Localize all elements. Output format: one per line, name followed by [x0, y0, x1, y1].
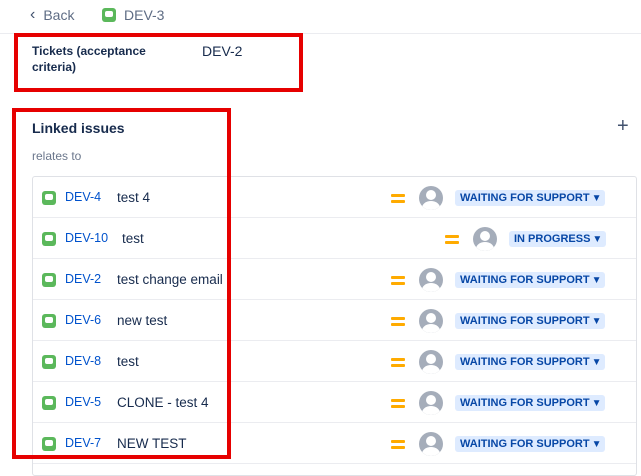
medium-priority-icon [391, 398, 405, 408]
issue-key: DEV-3 [124, 7, 165, 23]
issue-meta: WAITING FOR SUPPORT ▼ [391, 390, 606, 415]
medium-priority-icon [391, 193, 405, 203]
chevron-left-icon: ‹ [30, 6, 36, 23]
chevron-down-icon: ▼ [591, 274, 602, 286]
status-label: WAITING FOR SUPPORT [460, 396, 590, 409]
plus-icon[interactable]: + [617, 114, 629, 138]
avatar[interactable] [473, 226, 497, 251]
chevron-down-icon: ▼ [592, 233, 603, 245]
chevron-down-icon: ▼ [591, 438, 602, 450]
back-label: Back [43, 7, 75, 23]
status-badge[interactable]: WAITING FOR SUPPORT ▼ [455, 189, 606, 206]
medium-priority-icon [391, 357, 405, 367]
avatar[interactable] [419, 185, 443, 210]
status-badge[interactable]: IN PROGRESS ▼ [509, 230, 607, 247]
status-label: IN PROGRESS [514, 232, 591, 245]
avatar[interactable] [419, 390, 443, 415]
status-label: WAITING FOR SUPPORT [460, 273, 590, 286]
status-badge[interactable]: WAITING FOR SUPPORT ▼ [455, 353, 606, 370]
status-label: WAITING FOR SUPPORT [460, 355, 590, 368]
status-badge[interactable]: WAITING FOR SUPPORT ▼ [455, 394, 606, 411]
highlight-box-linked-issues [12, 108, 231, 459]
chevron-down-icon: ▼ [591, 192, 602, 204]
medium-priority-icon [445, 234, 459, 244]
highlight-box-field [14, 33, 303, 92]
status-badge[interactable]: WAITING FOR SUPPORT ▼ [455, 435, 606, 452]
medium-priority-icon [391, 439, 405, 449]
chevron-down-icon: ▼ [591, 397, 602, 409]
chevron-down-icon: ▼ [591, 315, 602, 327]
issue-meta: IN PROGRESS ▼ [445, 226, 607, 251]
chevron-down-icon: ▼ [591, 356, 602, 368]
issue-meta: WAITING FOR SUPPORT ▼ [391, 431, 606, 456]
issue-meta: WAITING FOR SUPPORT ▼ [391, 349, 606, 374]
status-label: WAITING FOR SUPPORT [460, 437, 590, 450]
status-badge[interactable]: WAITING FOR SUPPORT ▼ [455, 312, 606, 329]
status-badge[interactable]: WAITING FOR SUPPORT ▼ [455, 271, 606, 288]
status-label: WAITING FOR SUPPORT [460, 191, 590, 204]
avatar[interactable] [419, 431, 443, 456]
issue-meta: WAITING FOR SUPPORT ▼ [391, 185, 606, 210]
story-icon [102, 8, 116, 22]
avatar[interactable] [419, 267, 443, 292]
status-label: WAITING FOR SUPPORT [460, 314, 590, 327]
issue-meta: WAITING FOR SUPPORT ▼ [391, 308, 606, 333]
medium-priority-icon [391, 316, 405, 326]
top-bar: ‹ Back DEV-3 [0, 0, 641, 34]
issue-meta: WAITING FOR SUPPORT ▼ [391, 267, 606, 292]
medium-priority-icon [391, 275, 405, 285]
avatar[interactable] [419, 349, 443, 374]
avatar[interactable] [419, 308, 443, 333]
back-button[interactable]: ‹ Back [30, 6, 75, 24]
breadcrumb-issue[interactable]: DEV-3 [102, 7, 164, 23]
